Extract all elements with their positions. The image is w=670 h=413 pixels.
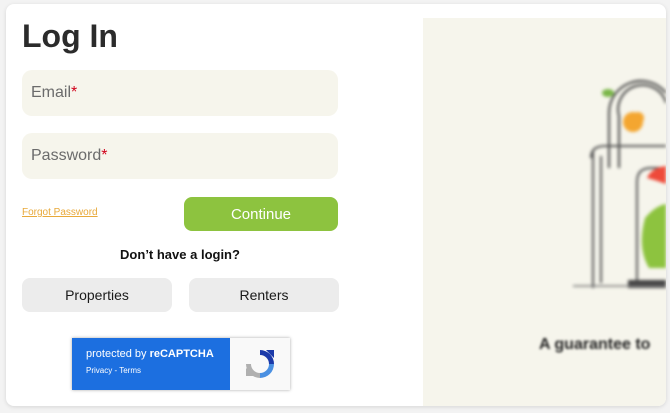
- recaptcha-privacy-link[interactable]: Privacy: [86, 366, 112, 375]
- properties-button[interactable]: Properties: [22, 278, 172, 312]
- password-label: Password: [31, 147, 102, 164]
- recaptcha-badge[interactable]: protected by reCAPTCHA Privacy - Terms: [72, 338, 290, 390]
- recaptcha-links: Privacy - Terms: [86, 366, 230, 375]
- continue-button[interactable]: Continue: [184, 197, 338, 231]
- page-title: Log In: [22, 18, 118, 54]
- hero-panel: A guarantee to: [423, 18, 666, 406]
- recaptcha-brand: reCAPTCHA: [149, 348, 214, 360]
- recaptcha-protected-prefix: protected by: [86, 348, 150, 360]
- no-login-prompt: Don’t have a login?: [120, 247, 240, 262]
- password-required-mark: *: [101, 147, 108, 164]
- forgot-password-link[interactable]: Forgot Password: [22, 207, 98, 218]
- login-card: Log In Email * Password * Forgot Password …: [6, 4, 666, 406]
- renters-button[interactable]: Renters: [189, 278, 339, 312]
- padlock-illustration-icon: [573, 79, 666, 288]
- recaptcha-info: protected by reCAPTCHA Privacy - Terms: [72, 338, 230, 390]
- password-field[interactable]: Password *: [22, 133, 338, 179]
- recaptcha-logo-icon: [230, 338, 290, 390]
- email-label: Email: [31, 84, 72, 101]
- email-field[interactable]: Email *: [22, 70, 338, 116]
- hero-tagline: A guarantee to: [539, 336, 651, 353]
- email-required-mark: *: [71, 84, 78, 101]
- recaptcha-protected-text: protected by reCAPTCHA: [86, 348, 230, 360]
- recaptcha-terms-link[interactable]: Terms: [119, 366, 141, 375]
